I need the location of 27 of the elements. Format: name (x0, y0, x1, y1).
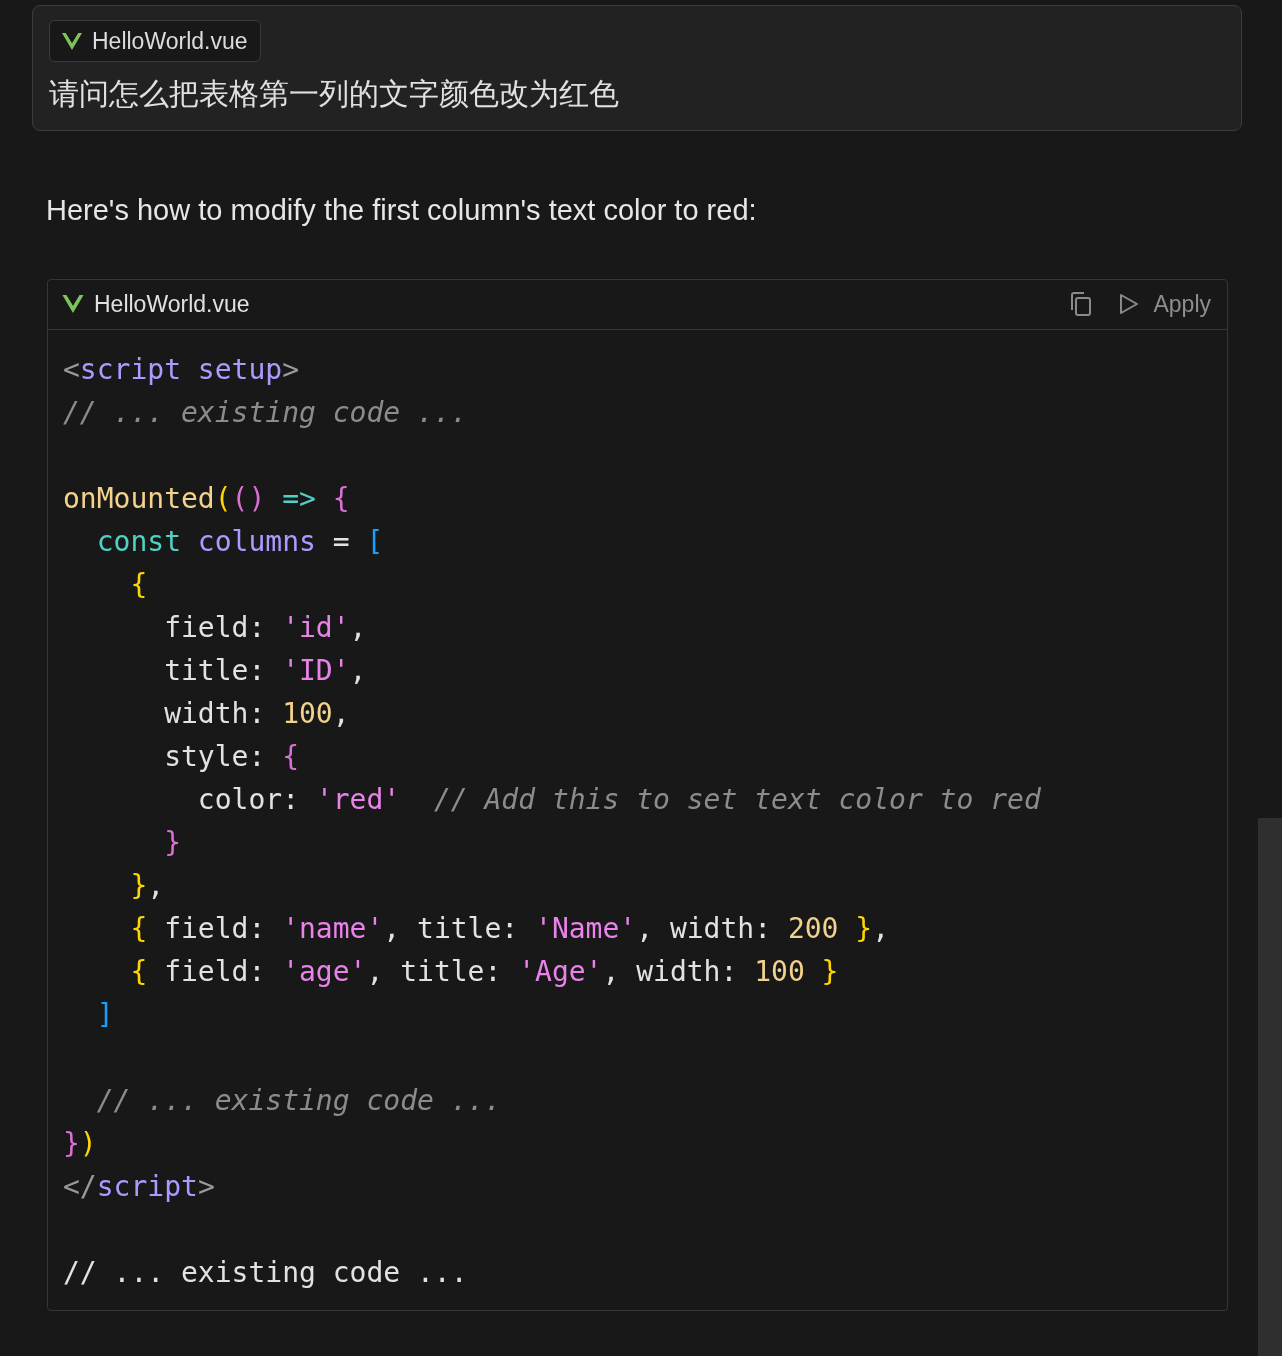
code-line: onMounted(() => { (63, 480, 350, 517)
code-line: { field: 'name', title: 'Name', width: 200 }, (129, 910, 890, 947)
apply-button[interactable]: Apply (1119, 286, 1211, 322)
code-line: }) (63, 1125, 97, 1162)
code-line: } (163, 824, 181, 861)
play-icon (1119, 293, 1140, 315)
code-line: title: 'ID', (163, 652, 367, 689)
code-line: ] (95, 996, 114, 1033)
code-line: { (129, 566, 148, 603)
question-text: 请问怎么把表格第一列的文字颜色改为红色 (49, 76, 620, 112)
code-line: style: { (163, 738, 299, 775)
code-line: // ... existing code ... (63, 394, 468, 431)
code-line: // ... existing code ... (95, 1082, 502, 1119)
code-line: }, (129, 867, 165, 904)
code-line: width: 100, (163, 695, 350, 732)
code-line: const columns = [ (95, 523, 384, 560)
code-line: <script setup> (63, 351, 300, 388)
code-line: // ... existing code ... (63, 1254, 468, 1291)
answer-text: Here's how to modify the first column's text color to red: (46, 193, 758, 228)
vue-logo-icon (62, 295, 84, 313)
file-chip[interactable]: HelloWorld.vue (49, 20, 261, 62)
code-line: </script> (63, 1168, 215, 1205)
code-line: field: 'id', (163, 609, 367, 646)
code-line: { field: 'age', title: 'Age', width: 100 } (129, 953, 839, 990)
code-line: color: 'red' // Add this to set text color to red (196, 781, 1041, 818)
vue-logo-icon (62, 32, 82, 50)
code-filename: HelloWorld.vue (94, 289, 250, 319)
